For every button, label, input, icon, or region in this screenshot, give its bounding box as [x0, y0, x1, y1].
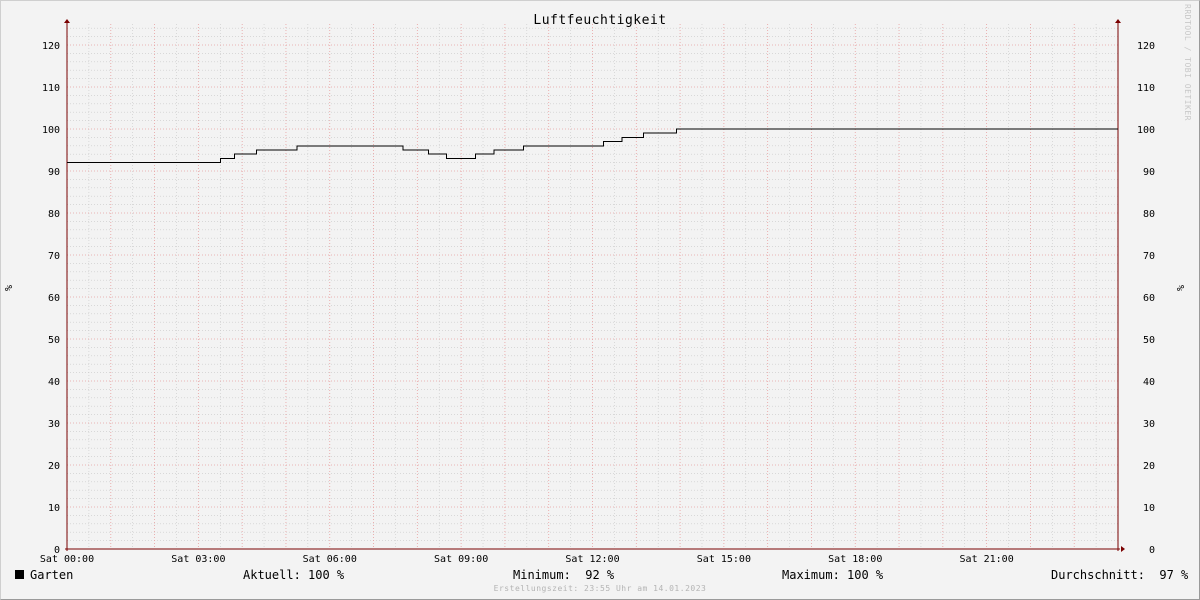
y-tick-label-right: 80: [1143, 209, 1155, 220]
x-tick-label: Sat 12:00: [565, 554, 619, 565]
x-tick-label: Sat 03:00: [171, 554, 225, 565]
y-tick-label-right: 10: [1143, 503, 1155, 514]
y-tick-label-left: 10: [48, 503, 60, 514]
x-tick-label: Sat 09:00: [434, 554, 488, 565]
y-tick-label-right: 60: [1143, 293, 1155, 304]
y-tick-label-left: 120: [42, 41, 60, 52]
y-tick-label-right: 90: [1143, 167, 1155, 178]
legend-maximum: Maximum: 100 %: [782, 568, 884, 582]
y-tick-label-right: 110: [1137, 83, 1155, 94]
x-tick-label: Sat 21:00: [960, 554, 1014, 565]
legend-minimum: Minimum: 92 %: [513, 568, 615, 582]
x-tick-label: Sat 06:00: [303, 554, 357, 565]
series-line-garten: [67, 128, 1118, 164]
y-tick-label-right: 0: [1149, 545, 1155, 556]
axes: [64, 19, 1125, 552]
x-tick-label: Sat 00:00: [40, 554, 94, 565]
x-axis-arrow: [1121, 546, 1125, 552]
y-axis-label-left: %: [4, 285, 15, 291]
footer-timestamp: Erstellungszeit: 23:55 Uhr am 14.01.2023: [493, 584, 707, 593]
legend-durchschnitt: Durchschnitt: 97 %: [1051, 568, 1189, 582]
y-tick-label-left: 80: [48, 209, 60, 220]
tick-labels: 0 010 1020 2030 3040 4050 5060 6070 7080 8090 9010…: [40, 41, 1155, 565]
y-tick-label-right: 20: [1143, 461, 1155, 472]
y-tick-label-right: 30: [1143, 419, 1155, 430]
y-tick-label-left: 70: [48, 251, 60, 262]
y-tick-label-left: 30: [48, 419, 60, 430]
y-tick-label-left: 100: [42, 125, 60, 136]
y-axis-arrow-right: [1115, 19, 1121, 23]
y-tick-label-left: 90: [48, 167, 60, 178]
chart-title: Luftfeuchtigkeit: [533, 13, 666, 28]
y-tick-label-right: 100: [1137, 125, 1155, 136]
y-tick-label-right: 50: [1143, 335, 1155, 346]
plot-area: [67, 128, 1118, 164]
legend: Garten Aktuell: 100 % Minimum: 92 % Maxi…: [0, 568, 1200, 584]
humidity-chart: Luftfeuchtigkeit 0 010 1020 2030 3040 4050 506…: [4, 13, 1185, 565]
legend-aktuell: Aktuell: 100 %: [243, 568, 345, 582]
legend-series-name: Garten: [30, 568, 74, 582]
y-tick-label-right: 70: [1143, 251, 1155, 262]
legend-swatch-garten: [15, 570, 24, 579]
x-tick-label: Sat 18:00: [828, 554, 882, 565]
y-axis-label-right: %: [1174, 285, 1185, 291]
y-tick-label-right: 120: [1137, 41, 1155, 52]
x-tick-label: Sat 15:00: [697, 554, 751, 565]
y-tick-label-left: 60: [48, 293, 60, 304]
watermark: RRDTOOL / TOBI OETIKER: [1183, 4, 1192, 121]
y-tick-label-left: 110: [42, 83, 60, 94]
y-tick-label-right: 40: [1143, 377, 1155, 388]
grid: [67, 24, 1118, 549]
y-axis-arrow-left: [64, 19, 70, 23]
y-tick-label-left: 50: [48, 335, 60, 346]
y-tick-label-left: 40: [48, 377, 60, 388]
y-tick-label-left: 20: [48, 461, 60, 472]
